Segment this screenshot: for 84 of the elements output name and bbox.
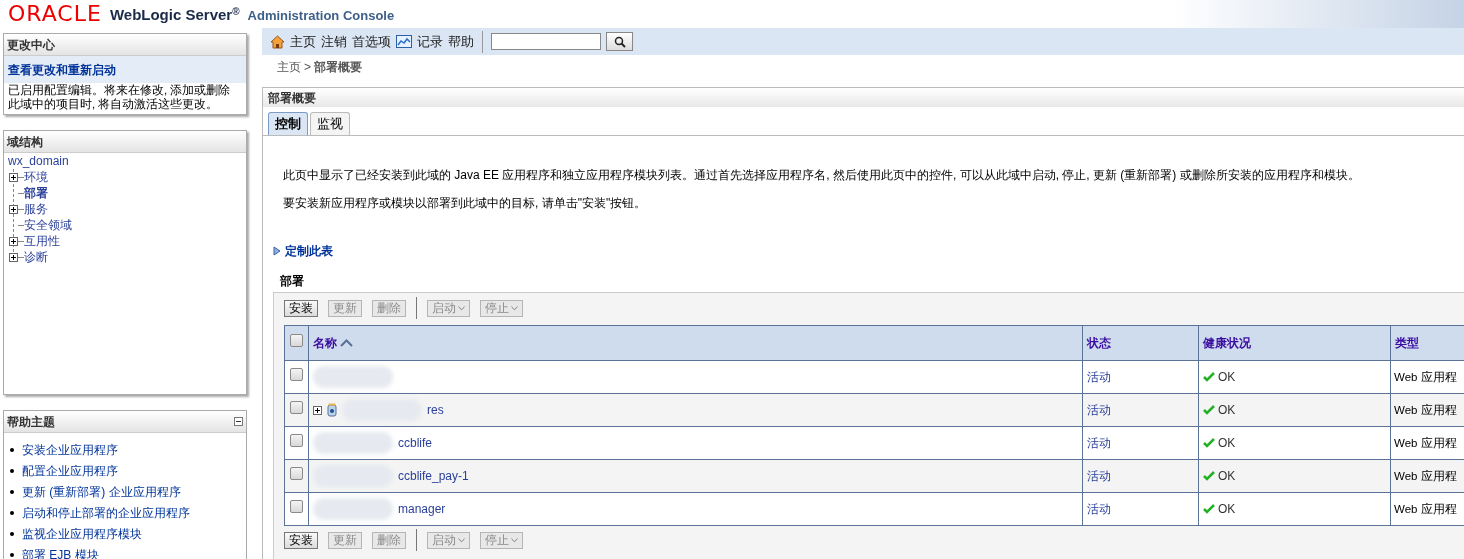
health-status: OK xyxy=(1218,435,1236,452)
toolbar-link[interactable]: 主页 xyxy=(270,31,316,52)
chart-icon xyxy=(396,35,412,48)
tab[interactable]: 控制 xyxy=(268,112,308,135)
search-button[interactable] xyxy=(606,32,633,51)
health-status: OK xyxy=(1218,369,1236,386)
checkbox[interactable] xyxy=(290,334,303,347)
search-icon xyxy=(613,35,626,48)
toolbar-link[interactable]: 首选项 xyxy=(352,31,391,52)
tree-item[interactable]: 互用性 xyxy=(24,232,60,250)
checkmark-icon xyxy=(1203,504,1215,514)
breadcrumb-current: 部署概要 xyxy=(314,59,362,76)
logo: ORACLE xyxy=(8,3,102,25)
home-icon xyxy=(270,34,285,49)
customize-table-link[interactable]: 定制此表 xyxy=(273,242,333,260)
expand-icon[interactable] xyxy=(9,204,18,214)
expand-icon[interactable] xyxy=(313,405,322,415)
status-link[interactable]: 活动 xyxy=(1087,436,1111,450)
checkbox[interactable] xyxy=(290,500,303,513)
help-link[interactable]: 配置企业应用程序 xyxy=(22,461,118,480)
application-link[interactable]: ccblife_pay-1 xyxy=(398,467,469,485)
expand-icon[interactable] xyxy=(9,252,18,262)
type-text: Web 应用程 xyxy=(1394,436,1457,449)
checkbox[interactable] xyxy=(290,368,303,381)
checkbox[interactable] xyxy=(290,401,303,414)
help-link[interactable]: 监视企业应用程序模块 xyxy=(22,524,142,543)
tree-item[interactable]: 诊断 xyxy=(24,248,48,266)
jar-icon xyxy=(327,403,337,417)
column-header[interactable]: 健康状况 xyxy=(1203,336,1251,350)
health-status: OK xyxy=(1218,402,1236,419)
search-field[interactable] xyxy=(491,33,601,50)
toolbar-link[interactable]: 注销 xyxy=(321,31,347,52)
help-link[interactable]: 安装企业应用程序 xyxy=(22,440,118,459)
application-link[interactable]: res xyxy=(427,401,444,419)
status-link[interactable]: 活动 xyxy=(1087,370,1111,384)
tree-item[interactable]: 安全领域 xyxy=(24,216,72,234)
panel-title: 域结构 xyxy=(4,131,246,153)
toolbar-link[interactable]: 记录 xyxy=(396,31,443,52)
expand-icon[interactable] xyxy=(9,172,18,182)
breadcrumb-link[interactable]: 主页 xyxy=(277,58,301,76)
change-center-message: 已启用配置编辑。将来在修改, 添加或删除此域中的项目时, 将自动激活这些更改。 xyxy=(7,83,232,111)
product-name: WebLogic Server$^{®}$ xyxy=(109,6,240,22)
checkmark-icon xyxy=(1203,471,1215,481)
sort-icon xyxy=(340,339,353,347)
type-text: Web 应用程 xyxy=(1394,502,1457,515)
help-link[interactable]: 启动和停止部署的企业应用程序 xyxy=(22,503,190,522)
panel-title-text: 帮助主题 xyxy=(7,413,55,431)
status-link[interactable]: 活动 xyxy=(1087,502,1111,516)
type-text: Web 应用程 xyxy=(1394,469,1457,482)
type-text: Web 应用程 xyxy=(1394,403,1457,416)
column-header[interactable]: 类型 xyxy=(1395,336,1419,350)
application-link[interactable]: ccblife xyxy=(398,434,432,452)
checkmark-icon xyxy=(1203,405,1215,415)
panel-title: 部署概要 xyxy=(263,88,1464,107)
tree-item[interactable]: 服务 xyxy=(24,200,48,218)
breadcrumb-separator: > xyxy=(304,59,311,76)
type-text: Web 应用程 xyxy=(1394,370,1457,383)
console-subtitle: Administration Console xyxy=(247,8,395,22)
tab[interactable]: 监视 xyxy=(310,112,350,135)
toolbar-button[interactable]: 安装 xyxy=(284,531,318,549)
expand-icon[interactable] xyxy=(9,236,18,246)
table-title: 部署 xyxy=(280,274,304,288)
panel-title: 更改中心 xyxy=(4,34,246,56)
checkbox[interactable] xyxy=(290,434,303,447)
tree-item[interactable]: 部署 xyxy=(24,184,48,202)
status-link[interactable]: 活动 xyxy=(1087,469,1111,483)
description-text: 此页中显示了已经安装到此域的 Java EE 应用程序和独立应用程序模块列表。通过首先选择应用程序名, 然后使用此页中的控件, 可以从此域中启动, 停止, 更新 (重新部署) 或删除所安装的应用程序和模块。 xyxy=(283,168,1361,182)
expand-arrow-icon xyxy=(273,246,281,256)
checkbox[interactable] xyxy=(290,467,303,480)
column-header[interactable]: 状态 xyxy=(1087,336,1111,350)
tree-root[interactable]: wx_domain xyxy=(4,153,246,169)
description-text: 要安装新应用程序或模块以部署到此域中的目标, 请单击"安装"按钮。 xyxy=(283,196,648,210)
column-header[interactable]: 名称 xyxy=(313,334,353,352)
status-link[interactable]: 活动 xyxy=(1087,403,1111,417)
tree-item[interactable]: 环境 xyxy=(24,168,48,186)
collapse-icon[interactable] xyxy=(234,417,243,426)
toolbar-link[interactable]: 帮助 xyxy=(448,31,474,52)
application-link[interactable]: manager xyxy=(398,500,446,518)
toolbar-button[interactable]: 安装 xyxy=(284,299,318,317)
health-status: OK xyxy=(1218,501,1236,518)
help-link[interactable]: 更新 (重新部署) 企业应用程序 xyxy=(22,482,181,501)
checkmark-icon xyxy=(1203,372,1215,382)
checkmark-icon xyxy=(1203,438,1215,448)
health-status: OK xyxy=(1218,468,1236,485)
